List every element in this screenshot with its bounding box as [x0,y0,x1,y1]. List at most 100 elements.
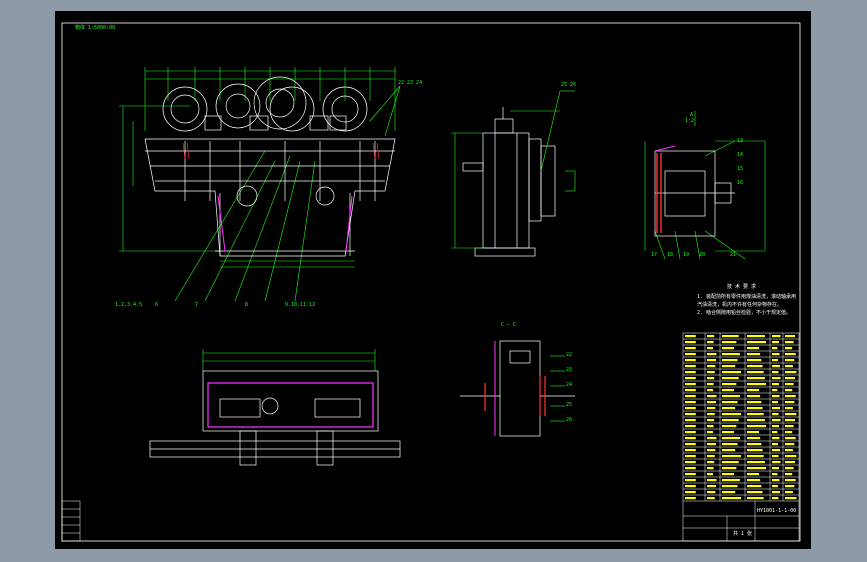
table-cell-text [685,479,696,482]
table-cell-text [747,461,765,464]
table-cell-text [747,425,767,428]
table-cell-text [772,455,779,458]
table-cell-text [747,377,765,380]
part-label-3: 7 [195,302,199,308]
table-cell-text [785,395,796,398]
detail-callout-18: 18 [667,252,674,258]
table-cell-text [785,455,797,458]
detail-view-a [644,111,766,260]
table-cell-text [707,425,714,428]
table-cell-text [722,341,737,344]
table-cell-text [747,467,767,470]
table-cell-text [785,467,794,470]
table-cell-text [772,341,779,344]
table-cell-text [722,389,734,392]
table-cell-text [772,431,778,434]
table-cell-text [772,383,779,386]
table-cell-text [785,491,793,494]
table-cell-text [707,467,714,470]
table-cell-text [685,497,696,500]
table-cell-text [747,365,763,368]
table-cell-text [747,395,761,398]
table-cell-text [747,479,761,482]
table-cell-text [747,371,764,374]
table-cell-text [785,341,794,344]
table-cell-text [785,485,795,488]
table-cell-text [707,383,714,386]
drawing-number: HY1001-1-1-00 [757,508,797,514]
table-cell-text [785,425,794,428]
table-cell-text [785,401,795,404]
table-cell-text [747,431,759,434]
table-cell-text [707,347,713,350]
table-cell-text [772,371,779,374]
table-cell-text [685,425,696,428]
table-cell-text [722,353,740,356]
table-cell-text [747,443,762,446]
plan-view [149,349,401,466]
front-view [119,67,401,302]
table-cell-text [772,491,781,494]
table-cell-text [785,407,793,410]
section-c-c [460,340,575,437]
table-cell-text [707,491,716,494]
table-cell-text [722,443,738,446]
corner-label: 箱体 1:5000:08 [75,25,116,31]
table-cell-text [685,335,696,338]
table-cell-text [707,353,717,356]
table-cell-text [747,449,763,452]
table-cell-text [747,455,764,458]
table-cell-text [685,383,696,386]
table-cell-text [772,443,778,446]
cad-drawing [61,22,801,542]
table-cell-text [685,341,696,344]
table-cell-text [707,461,715,464]
table-cell-text [685,461,696,464]
section-view-label: C — C [501,322,517,328]
table-cell-text [722,347,734,350]
part-label-5: 9.10.11.12 [285,302,316,308]
table-cell-text [685,491,696,494]
table-cell-text [785,413,797,416]
table-cell-text [722,491,736,494]
table-cell-text [747,497,764,500]
detail-callout-20: 20 [699,252,706,258]
table-cell-text [772,365,781,368]
table-cell-text [722,479,740,482]
table-cell-text [707,485,716,488]
table-cell-text [685,395,696,398]
section-callout-23: 23 [566,367,573,373]
table-cell-text [685,407,696,410]
table-cell-text [685,485,696,488]
table-cell-text [707,377,715,380]
table-cell-text [722,365,736,368]
table-cell-text [785,377,796,380]
table-cell-text [785,389,793,392]
table-cell-text [772,485,778,488]
table-cell-text [722,407,736,410]
table-cell-text [785,383,794,386]
detail-callout-15: 15 [737,166,744,172]
table-cell-text [772,413,779,416]
table-cell-text [722,461,739,464]
table-cell-text [785,335,796,338]
detail-callout-17: 17 [651,252,658,258]
table-cell-text [785,359,795,362]
table-cell-text [707,371,715,374]
table-cell-text [685,473,696,476]
tech-notes-title: 技 术 要 求 [727,284,757,290]
table-cell-text [722,437,740,440]
table-cell-text [685,431,696,434]
table-cell-text [747,485,762,488]
drawing-canvas[interactable]: 箱体 1:5000:08 1.2.3.4.5 6 7 8 9.10.11.12 … [55,11,811,549]
table-cell-text [722,419,739,422]
table-cell-text [747,473,759,476]
detail-callout-21: 21 [730,252,737,258]
table-cell-text [707,497,715,500]
table-cell-text [785,449,793,452]
table-cell-text [747,419,765,422]
table-cell-text [747,335,765,338]
table-cell-text [747,491,763,494]
table-cell-text [747,347,759,350]
table-cell-text [747,401,762,404]
